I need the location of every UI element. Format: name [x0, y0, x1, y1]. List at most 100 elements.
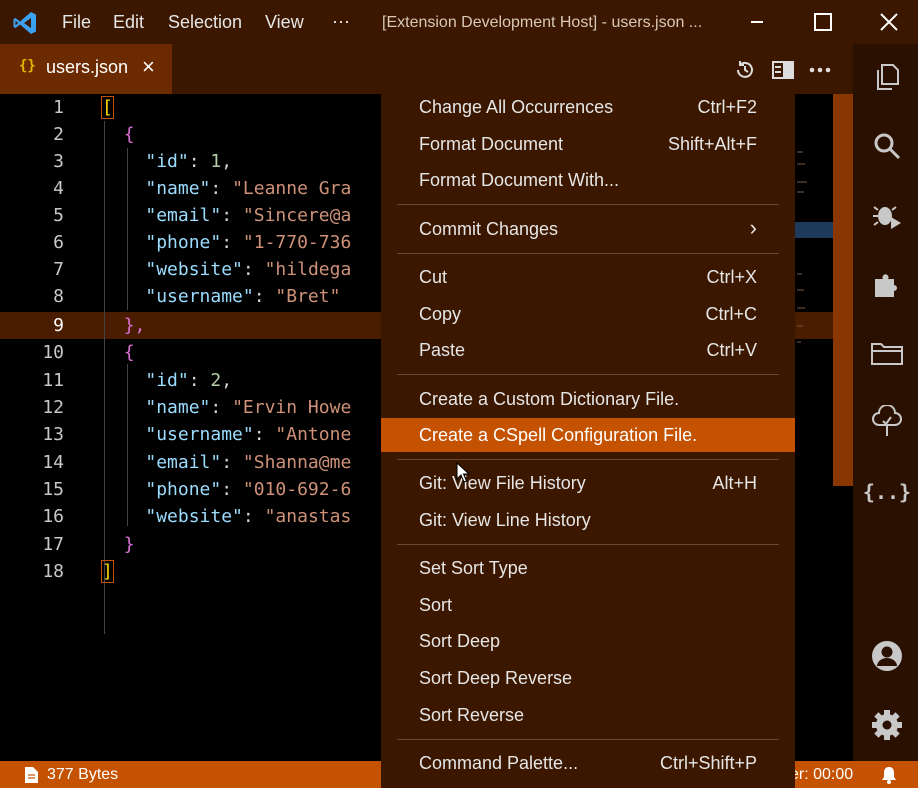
- line-number: 7: [53, 259, 64, 280]
- code-line: "id": 2,: [145, 370, 233, 391]
- menu-item-sort-reverse[interactable]: Sort Reverse: [381, 698, 795, 732]
- history-button[interactable]: [733, 58, 757, 82]
- code-line: }: [123, 534, 135, 555]
- code-line: [: [101, 96, 114, 119]
- more-actions-icon: [809, 67, 831, 73]
- code-line: "phone": "010-692-6: [145, 479, 352, 500]
- maximize-button[interactable]: [793, 0, 853, 44]
- menu-view[interactable]: View: [265, 0, 304, 44]
- menu-item-create-cspell-config[interactable]: Create a CSpell Configuration File.: [381, 418, 795, 452]
- timer-status[interactable]: er: 00:00: [790, 766, 853, 784]
- menu-edit[interactable]: Edit: [113, 0, 144, 44]
- line-number-active: 9: [53, 315, 64, 336]
- line-number: 6: [53, 232, 64, 253]
- json-button[interactable]: {..}: [863, 475, 911, 509]
- menu-item-git-view-line-history[interactable]: Git: View Line History: [381, 503, 795, 537]
- minimize-button[interactable]: [727, 0, 787, 44]
- code-line: {: [123, 342, 135, 363]
- code-line: "name": "Leanne Gra: [145, 178, 352, 199]
- tab-close-icon[interactable]: ×: [142, 54, 155, 80]
- menu-item-sort[interactable]: Sort: [381, 588, 795, 622]
- code-line: "name": "Ervin Howe: [145, 397, 352, 418]
- maximize-icon: [814, 13, 832, 31]
- menu-item-commit-changes[interactable]: Commit Changes ›: [381, 212, 795, 246]
- json-icon: {..}: [862, 480, 912, 504]
- extensions-button[interactable]: [870, 268, 904, 302]
- search-button[interactable]: [870, 129, 904, 163]
- line-number: 15: [42, 479, 64, 500]
- tab-users-json[interactable]: {} users.json ×: [0, 44, 172, 94]
- code-line: "website": "hildega: [145, 259, 352, 280]
- code-line: "email": "Shanna@me: [145, 452, 352, 473]
- line-number: 8: [53, 286, 64, 307]
- tab-bar: {} users.json ×: [0, 44, 853, 94]
- vscode-logo-icon: [13, 12, 36, 34]
- line-number: 5: [53, 205, 64, 226]
- account-button[interactable]: [870, 639, 904, 673]
- folders-button[interactable]: [870, 336, 904, 370]
- cloud-button[interactable]: [870, 405, 904, 439]
- menu-item-git-view-file-history[interactable]: Git: View File History Alt+H: [381, 466, 795, 500]
- code-line: ]: [101, 560, 114, 583]
- close-window-button[interactable]: [859, 0, 918, 44]
- code-line: "id": 1,: [145, 151, 233, 172]
- menu-item-cut[interactable]: Cut Ctrl+X: [381, 260, 795, 294]
- menu-item-format-document-with[interactable]: Format Document With...: [381, 163, 795, 197]
- menu-item-format-document[interactable]: Format Document Shift+Alt+F: [381, 127, 795, 161]
- debug-button[interactable]: [870, 198, 904, 232]
- folders-icon: [871, 343, 903, 365]
- code-line: "username": "Bret": [145, 286, 341, 307]
- file-size-status[interactable]: 377 Bytes: [47, 766, 118, 784]
- line-number: 2: [53, 124, 64, 145]
- more-actions-button[interactable]: [808, 58, 832, 82]
- menu-item-sort-deep[interactable]: Sort Deep: [381, 624, 795, 658]
- line-number: 12: [42, 397, 64, 418]
- menu-item-change-all-occurrences[interactable]: Change All Occurrences Ctrl+F2: [381, 90, 795, 124]
- settings-button[interactable]: [870, 708, 904, 742]
- menu-item-set-sort-type[interactable]: Set Sort Type: [381, 551, 795, 585]
- mouse-cursor-icon: [456, 462, 470, 483]
- menu-separator: [397, 739, 779, 740]
- menu-selection[interactable]: Selection: [168, 0, 242, 44]
- line-number: 18: [42, 561, 64, 582]
- line-number: 11: [42, 370, 64, 391]
- menu-item-copy[interactable]: Copy Ctrl+C: [381, 297, 795, 331]
- code-line: "email": "Sincere@a: [145, 205, 352, 226]
- minimap[interactable]: [795, 94, 833, 761]
- context-menu: Change All Occurrences Ctrl+F2 Format Doc…: [381, 90, 795, 788]
- cloud-icon: [872, 405, 902, 436]
- menu-separator: [397, 253, 779, 254]
- menu-separator: [397, 459, 779, 460]
- menu-separator: [397, 204, 779, 205]
- history-icon: [737, 61, 753, 78]
- menu-item-paste[interactable]: Paste Ctrl+V: [381, 333, 795, 367]
- minimize-icon: [751, 21, 763, 23]
- notifications-bell-icon[interactable]: [880, 766, 898, 784]
- file-icon: [25, 767, 38, 783]
- menu-file[interactable]: File: [62, 0, 91, 44]
- split-editor-button[interactable]: [771, 58, 795, 82]
- line-number: 13: [42, 424, 64, 445]
- chevron-right-icon: ›: [749, 215, 757, 240]
- extensions-icon: [875, 274, 897, 297]
- line-number: 17: [42, 534, 64, 555]
- menu-item-sort-deep-reverse[interactable]: Sort Deep Reverse: [381, 661, 795, 695]
- menu-separator: [397, 544, 779, 545]
- line-number: 4: [53, 178, 64, 199]
- menu-separator: [397, 374, 779, 375]
- explorer-button[interactable]: [870, 60, 904, 94]
- vertical-scrollbar[interactable]: [833, 94, 853, 486]
- menu-item-create-custom-dictionary[interactable]: Create a Custom Dictionary File.: [381, 382, 795, 416]
- search-icon: [874, 133, 901, 160]
- debug-icon: [873, 206, 901, 229]
- line-number: 16: [42, 506, 64, 527]
- menu-item-command-palette[interactable]: Command Palette... Ctrl+Shift+P: [381, 746, 795, 780]
- menu-more[interactable]: ⋯: [332, 0, 350, 44]
- line-number: 1: [53, 97, 64, 118]
- json-file-icon: {}: [19, 58, 36, 74]
- code-line: "phone": "1-770-736: [145, 232, 352, 253]
- code-line: {: [123, 124, 135, 145]
- split-editor-icon: [772, 61, 794, 79]
- line-number: 10: [42, 342, 64, 363]
- line-number: 3: [53, 151, 64, 172]
